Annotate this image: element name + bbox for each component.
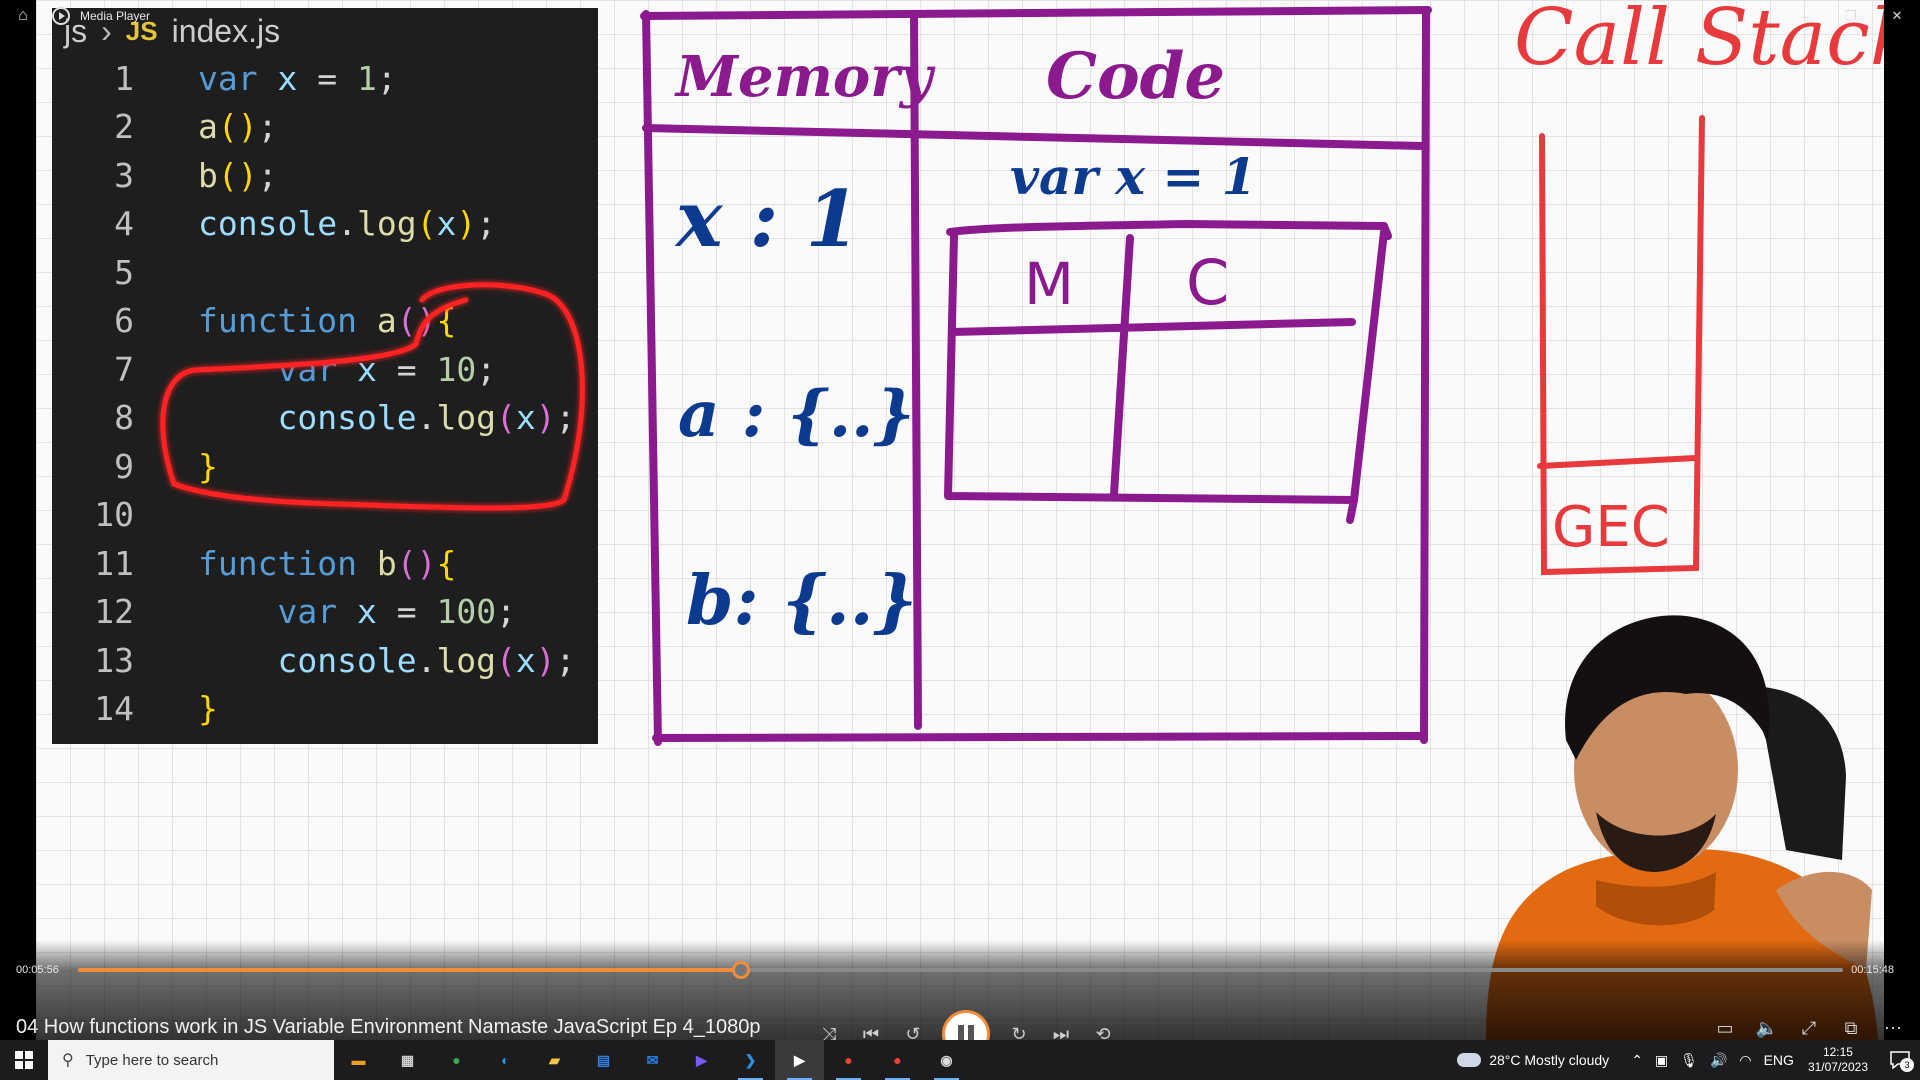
chrome-profile-1-icon: ●: [844, 1052, 853, 1068]
taskbar-app-store-bag[interactable]: ▬: [334, 1040, 383, 1080]
obs-icon: ◉: [940, 1051, 953, 1068]
pause-button[interactable]: [942, 1010, 990, 1040]
gec-label: GEC: [1552, 495, 1670, 560]
taskbar-app-mail[interactable]: ✉: [628, 1040, 677, 1080]
taskbar-app-file-explorer[interactable]: ▰: [530, 1040, 579, 1080]
media-app-icon: ▶: [696, 1051, 707, 1068]
mini-player-icon[interactable]: ⧉: [1830, 1012, 1872, 1040]
seek-bar[interactable]: [78, 961, 1843, 979]
language-indicator[interactable]: ENG: [1764, 1052, 1794, 1068]
repeat-off-icon[interactable]: ⟲: [1082, 1018, 1124, 1041]
chrome-profile-2-icon: ●: [893, 1052, 902, 1068]
playback-controls: ⤨ ⏮ ↺ ↻ ⏭ ⟲: [808, 1010, 1124, 1040]
current-time: 00:05:56: [16, 964, 59, 976]
notification-badge: 3: [1900, 1058, 1914, 1072]
seek-thumb[interactable]: [731, 961, 750, 979]
secondary-controls: ▭ 🔈 ⤢ ⧉ ⋯: [1704, 1012, 1914, 1040]
edge-icon: ◐: [501, 1052, 510, 1068]
volume-icon[interactable]: 🔈: [1746, 1012, 1788, 1040]
restore-button[interactable]: ❐: [1828, 0, 1874, 32]
skip-back-10-icon[interactable]: ↺: [892, 1018, 934, 1041]
highlight-scribble: [160, 282, 585, 511]
inner-memory-label: M: [1024, 250, 1074, 318]
chevron-up-icon[interactable]: ⌃: [1631, 1052, 1643, 1069]
search-icon: ⚲: [62, 1052, 74, 1069]
memory-x-entry: x : 1: [674, 174, 860, 265]
microsoft-store-icon: ▤: [596, 1051, 611, 1068]
taskbar-app-chrome-profile-1[interactable]: ●: [824, 1040, 873, 1080]
clock-time: 12:15: [1822, 1045, 1853, 1059]
total-time: 00:15:48: [1851, 964, 1894, 976]
device-icon[interactable]: ▣: [1655, 1052, 1668, 1069]
weather-text: 28°C Mostly cloudy: [1489, 1052, 1610, 1068]
captions-icon[interactable]: ▭: [1704, 1012, 1746, 1040]
window-controls: – ❐ ✕: [1782, 0, 1920, 32]
mail-icon: ✉: [646, 1051, 659, 1068]
video-title: 04 How functions work in JS Variable Env…: [16, 1016, 761, 1038]
taskbar-app-chrome[interactable]: ●: [432, 1040, 481, 1080]
search-placeholder: Type here to search: [85, 1051, 219, 1069]
taskbar-app-microsoft-store[interactable]: ▤: [579, 1040, 628, 1080]
weather-cloud-icon: [1454, 1047, 1482, 1067]
previous-icon[interactable]: ⏮: [850, 1018, 892, 1041]
taskbar-app-obs[interactable]: ◉: [922, 1040, 971, 1080]
memory-header: Memory: [674, 44, 936, 110]
memory-a-entry: a : {..}: [678, 377, 915, 452]
weather-widget[interactable]: 28°C Mostly cloudy: [1454, 1047, 1610, 1068]
taskbar-clock[interactable]: 12:15 31/07/2023: [1808, 1045, 1868, 1075]
taskbar-app-task-view[interactable]: ▦: [383, 1040, 432, 1080]
store-bag-icon: ▬: [351, 1052, 366, 1068]
close-button[interactable]: ✕: [1874, 0, 1920, 32]
chrome-icon: ●: [452, 1052, 461, 1068]
window-title: Media Player: [80, 9, 151, 23]
taskbar-app-edge[interactable]: ◐: [481, 1040, 530, 1080]
player-controls: 00:05:56 00:15:48 04 How functions work …: [0, 940, 1920, 1040]
microphone-icon[interactable]: 🎙: [1680, 1052, 1698, 1069]
fullscreen-icon[interactable]: ⤢: [1788, 1012, 1830, 1040]
media-player-icon: ▶: [794, 1051, 805, 1068]
vscode-icon: ❯: [744, 1051, 757, 1068]
shuffle-icon[interactable]: ⤨: [808, 1018, 850, 1041]
media-player-app-icon: [52, 7, 70, 25]
windows-start-icon[interactable]: [0, 1040, 48, 1080]
memory-b-entry: b: {..}: [686, 561, 917, 641]
taskbar-app-vscode[interactable]: ❯: [726, 1040, 775, 1080]
media-player-window: js › JS index.js 1 var x = 1; 2 a(); 3 b();…: [0, 0, 1920, 1040]
next-icon[interactable]: ⏭: [1040, 1018, 1082, 1041]
clock-date: 31/07/2023: [1807, 1060, 1868, 1074]
taskbar-search-input[interactable]: ⚲ Type here to search: [48, 1040, 334, 1080]
seek-progress: [78, 968, 741, 972]
task-view-icon: ▦: [400, 1051, 415, 1068]
taskbar-app-media-app[interactable]: ▶: [677, 1040, 726, 1080]
more-options-icon[interactable]: ⋯: [1872, 1012, 1914, 1040]
taskbar: ⚲ Type here to search ▬ ▦ ● ◐ ▰ ▤ ✉ ▶ ❯ ▶ ● ● ◉ 28°C…: [0, 1040, 1920, 1080]
notification-center-icon[interactable]: 3: [1880, 1040, 1920, 1080]
taskbar-app-media-player[interactable]: ▶: [775, 1040, 824, 1080]
video-frame[interactable]: js › JS index.js 1 var x = 1; 2 a(); 3 b();…: [36, 0, 1884, 1040]
speaker-icon[interactable]: 🔊: [1710, 1052, 1727, 1069]
title-bar: ⌂ Media Player – ❐ ✕: [0, 0, 1920, 32]
skip-forward-30-icon[interactable]: ↻: [998, 1018, 1040, 1041]
code-header: Code: [1046, 39, 1225, 114]
code-line-entry: var x = 1: [1010, 147, 1257, 206]
home-icon[interactable]: ⌂: [0, 0, 46, 32]
minimize-button[interactable]: –: [1782, 0, 1828, 32]
taskbar-apps: ▬ ▦ ● ◐ ▰ ▤ ✉ ▶ ❯ ▶ ● ● ◉: [334, 1040, 971, 1080]
wifi-icon[interactable]: ◠: [1739, 1052, 1751, 1069]
taskbar-app-chrome-profile-2[interactable]: ●: [873, 1040, 922, 1080]
file-explorer-icon: ▰: [549, 1051, 560, 1068]
system-tray: 28°C Mostly cloudy ⌃ ▣ 🎙 🔊 ◠ ENG 12:15 3…: [1454, 1040, 1920, 1080]
inner-code-label: C: [1186, 246, 1229, 319]
